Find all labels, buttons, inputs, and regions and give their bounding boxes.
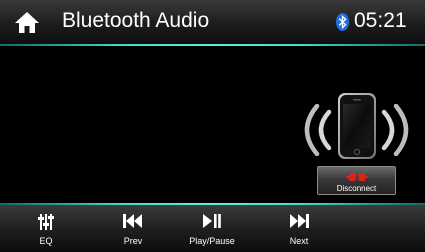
control-bar: EQ Prev Play/Pause Next xyxy=(0,205,425,252)
play-pause-label: Play/Pause xyxy=(189,236,235,246)
home-icon xyxy=(15,12,39,33)
disconnect-label: Disconnect xyxy=(336,184,377,193)
bluetooth-icon xyxy=(336,13,349,31)
prev-label: Prev xyxy=(123,236,143,246)
play-pause-button[interactable]: Play/Pause xyxy=(182,205,242,252)
play-pause-icon xyxy=(203,214,221,228)
home-button[interactable] xyxy=(14,10,40,34)
phone-icon xyxy=(338,93,376,159)
clock: 05:21 xyxy=(354,9,407,32)
page-title: Bluetooth Audio xyxy=(62,9,210,32)
skip-previous-icon xyxy=(123,214,142,228)
header-bar: Bluetooth Audio 05:21 xyxy=(0,0,425,44)
signal-waves-right-icon xyxy=(381,104,409,156)
disconnect-button[interactable]: Disconnect xyxy=(317,166,396,195)
equalizer-icon xyxy=(38,214,54,230)
eq-button[interactable]: EQ xyxy=(16,205,76,252)
signal-waves-left-icon xyxy=(304,104,332,156)
bluetooth-status xyxy=(336,13,349,31)
unplug-icon xyxy=(346,173,368,181)
next-button[interactable]: Next xyxy=(269,205,329,252)
eq-label: EQ xyxy=(39,236,53,246)
skip-next-icon xyxy=(290,214,309,228)
prev-button[interactable]: Prev xyxy=(103,205,163,252)
next-label: Next xyxy=(289,236,309,246)
